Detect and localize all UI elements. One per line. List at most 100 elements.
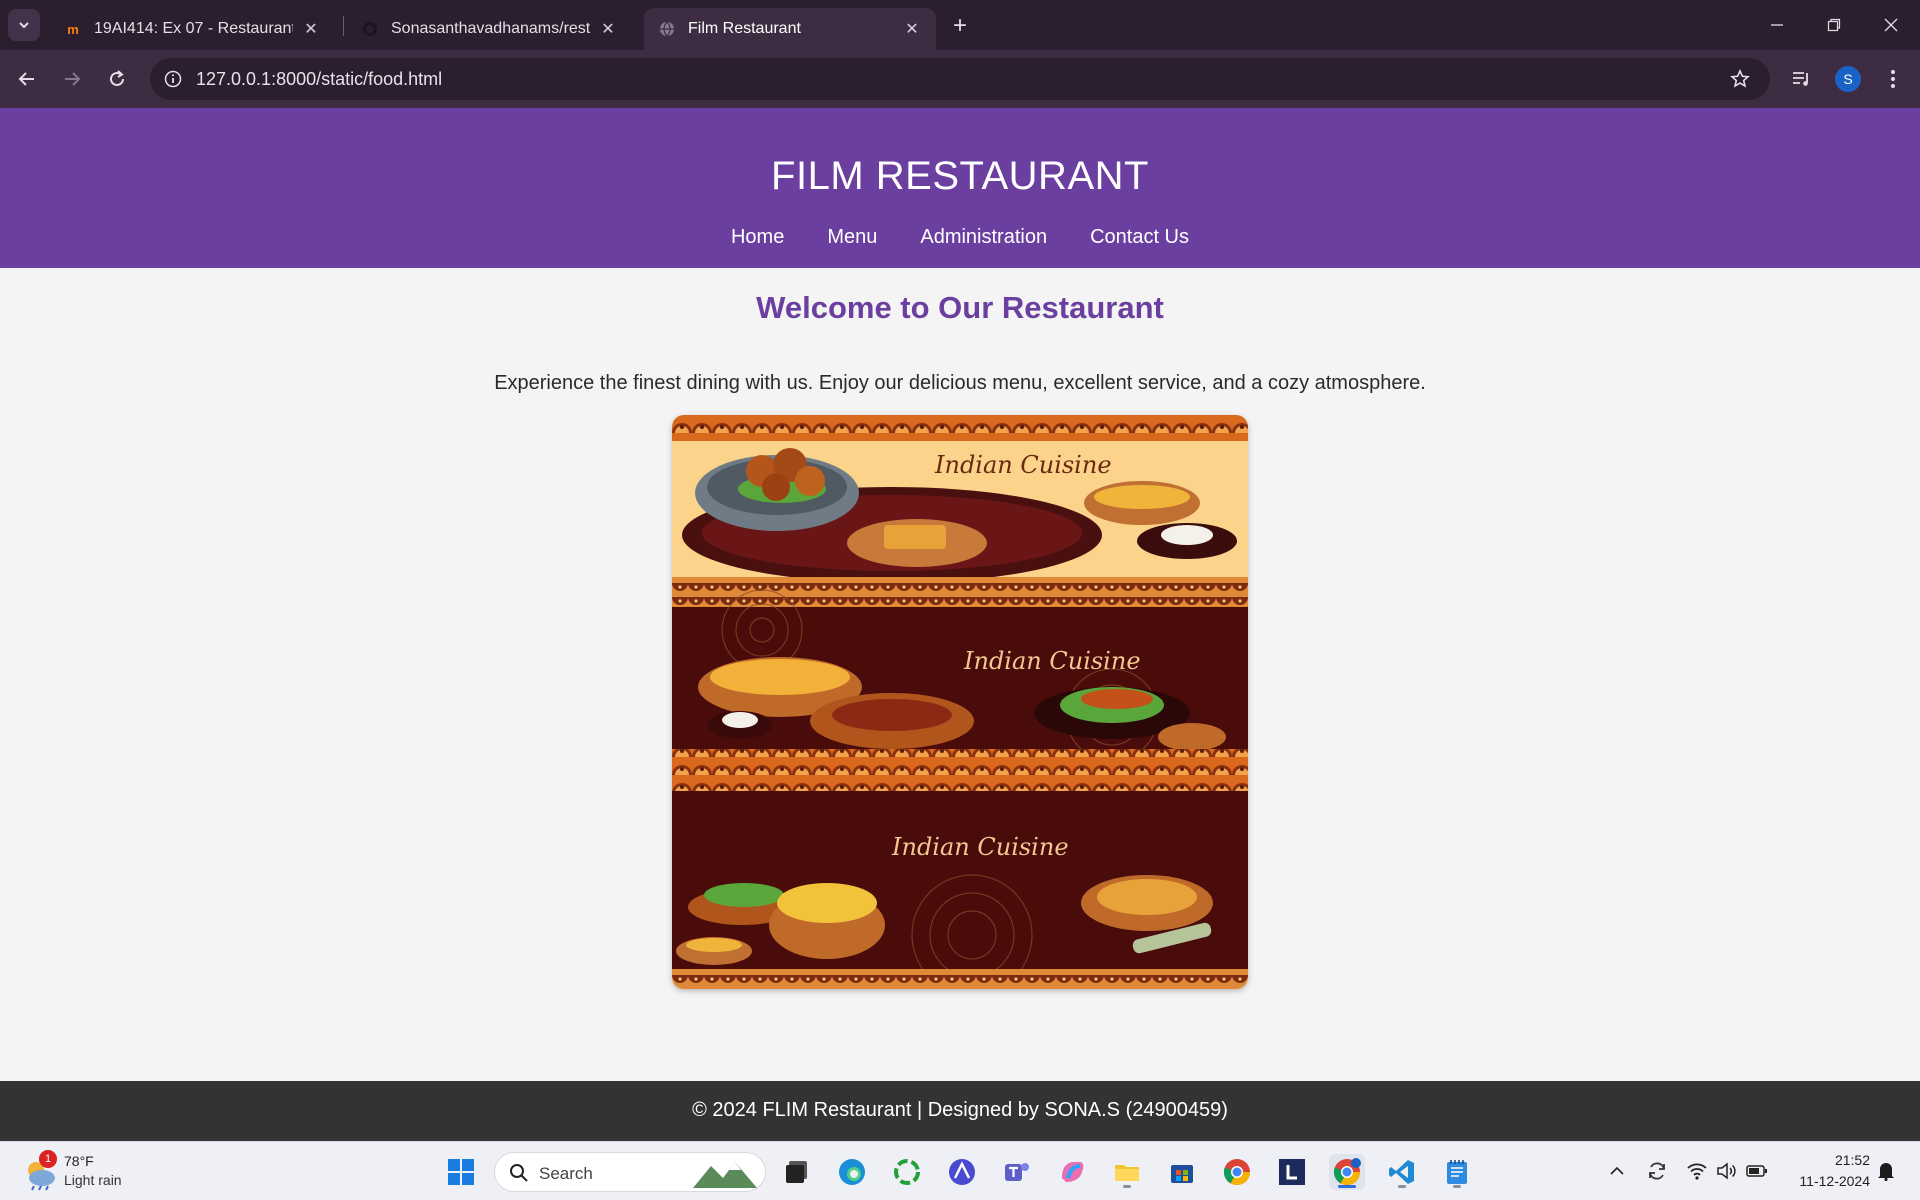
site-footer: © 2024 FLIM Restaurant | Designed by SON… <box>0 1081 1920 1141</box>
nav-menu[interactable]: Menu <box>827 226 877 249</box>
wifi-icon <box>1687 1163 1707 1180</box>
bookmark-star-icon[interactable] <box>1728 67 1752 91</box>
reload-button[interactable] <box>100 62 134 96</box>
address-bar[interactable]: 127.0.0.1:8000/static/food.html <box>150 58 1770 100</box>
welcome-heading: Welcome to Our Restaurant <box>756 290 1164 325</box>
search-label: Search <box>539 1164 593 1183</box>
close-window-button[interactable] <box>1862 0 1920 50</box>
task-view-button[interactable] <box>780 1154 816 1190</box>
site-header: FILM RESTAURANT Home Menu Administration… <box>0 108 1920 268</box>
media-control-button[interactable] <box>1785 62 1819 96</box>
indian-cuisine-banner-image: Indian Cuisine Indian Cuisine Indian Cui… <box>672 415 1248 989</box>
notepad-icon <box>1447 1160 1467 1184</box>
main-nav: Home Menu Administration Contact Us <box>0 226 1920 249</box>
wifi-tray-button[interactable] <box>1683 1156 1711 1186</box>
system-clock[interactable]: 21:52 11-12-2024 <box>1780 1150 1870 1192</box>
edge-taskbar-button[interactable] <box>834 1154 870 1190</box>
back-arrow-icon <box>18 72 34 86</box>
chevron-up-icon <box>1610 1166 1624 1175</box>
task-view-icon <box>786 1161 807 1183</box>
tab-moodle[interactable]: m 19AI414: Ex 07 - Restaurant We ✕ <box>50 8 335 50</box>
tab-title: 19AI414: Ex 07 - Restaurant We <box>94 20 293 37</box>
chrome-profile-icon <box>1333 1158 1361 1186</box>
plus-icon: + <box>952 12 967 39</box>
nav-home[interactable]: Home <box>731 226 784 249</box>
tab-film-restaurant[interactable]: Film Restaurant ✕ <box>644 8 936 50</box>
notifications-button[interactable] <box>1872 1156 1900 1186</box>
copilot-ring-icon <box>894 1159 920 1185</box>
github-icon <box>361 20 379 38</box>
close-icon <box>1884 18 1898 32</box>
vscode-icon <box>1389 1160 1414 1184</box>
site-title: FILM RESTAURANT <box>771 154 1149 198</box>
site-info-icon[interactable] <box>160 66 186 92</box>
l-app-taskbar-button[interactable] <box>1274 1154 1310 1190</box>
minimize-button[interactable] <box>1748 0 1806 50</box>
show-hidden-icons-button[interactable] <box>1603 1156 1631 1186</box>
restore-button[interactable] <box>1805 0 1863 50</box>
browser-tab-bar: m 19AI414: Ex 07 - Restaurant We ✕ Sonas… <box>0 0 1920 50</box>
running-indicator <box>1123 1185 1131 1188</box>
teams-icon <box>1005 1163 1029 1181</box>
edge-icon <box>839 1159 865 1185</box>
taskbar-search-box[interactable]: Search <box>494 1152 766 1192</box>
forward-button[interactable] <box>55 62 89 96</box>
forward-arrow-icon <box>65 72 81 86</box>
file-explorer-taskbar-button[interactable] <box>1109 1154 1145 1190</box>
sync-tray-button[interactable] <box>1643 1156 1671 1186</box>
banner-caption-3: Indian Cuisine <box>891 833 1069 861</box>
banner-caption-1: Indian Cuisine <box>934 451 1112 479</box>
weather-condition: Light rain <box>64 1172 122 1188</box>
store-icon <box>1171 1165 1193 1183</box>
mountain-highlight-icon <box>693 1162 757 1188</box>
battery-tray-button[interactable] <box>1743 1156 1771 1186</box>
intro-text: Experience the finest dining with us. En… <box>494 372 1426 394</box>
more-vertical-icon <box>1891 70 1895 88</box>
close-tab-icon[interactable]: ✕ <box>598 19 618 39</box>
start-button[interactable] <box>443 1154 479 1190</box>
store-taskbar-button[interactable] <box>1164 1154 1200 1190</box>
vscode-taskbar-button[interactable] <box>1384 1154 1420 1190</box>
active-running-indicator <box>1338 1185 1356 1188</box>
weather-temp: 78°F <box>64 1153 94 1169</box>
clock-time: 21:52 <box>1834 1152 1870 1168</box>
close-tab-icon[interactable]: ✕ <box>301 19 321 39</box>
tab-title: Film Restaurant <box>688 20 801 37</box>
profile-avatar[interactable]: S <box>1835 66 1861 92</box>
chevron-down-icon <box>19 22 29 29</box>
copilot-taskbar-button[interactable] <box>1054 1154 1090 1190</box>
chrome-profile-taskbar-button[interactable] <box>1329 1154 1365 1190</box>
weather-notification-badge: 1 <box>39 1150 57 1168</box>
reload-icon <box>110 70 124 86</box>
restore-icon <box>1827 18 1841 32</box>
windows-start-icon <box>448 1159 474 1185</box>
teams-taskbar-button[interactable] <box>999 1154 1035 1190</box>
search-icon <box>510 1164 528 1182</box>
running-indicator <box>1453 1185 1461 1188</box>
notepad-taskbar-button[interactable] <box>1439 1154 1475 1190</box>
app-icon <box>949 1159 975 1185</box>
url-text[interactable]: 127.0.0.1:8000/static/food.html <box>196 69 442 90</box>
app-taskbar-button[interactable] <box>944 1154 980 1190</box>
nav-administration[interactable]: Administration <box>920 226 1047 249</box>
back-button[interactable] <box>10 62 44 96</box>
volume-tray-button[interactable] <box>1713 1156 1741 1186</box>
copilot-ring-taskbar-button[interactable] <box>889 1154 925 1190</box>
weather-widget[interactable]: 1 78°F Light rain <box>22 1150 142 1194</box>
file-explorer-icon <box>1115 1165 1139 1181</box>
tab-search-button[interactable] <box>8 9 40 41</box>
copilot-icon <box>1062 1162 1084 1182</box>
nav-contact-us[interactable]: Contact Us <box>1090 226 1189 249</box>
browser-menu-button[interactable] <box>1876 62 1910 96</box>
tab-title: Sonasanthavadhanams/restweb <box>391 20 590 37</box>
globe-icon <box>658 20 676 38</box>
chrome-icon <box>1223 1159 1251 1186</box>
bell-icon <box>1878 1163 1894 1181</box>
playlist-icon <box>1793 72 1808 86</box>
tab-github[interactable]: Sonasanthavadhanams/restweb ✕ <box>347 8 632 50</box>
volume-icon <box>1717 1162 1736 1180</box>
chrome-taskbar-button[interactable] <box>1219 1154 1255 1190</box>
minimize-icon <box>1771 24 1783 26</box>
close-tab-icon[interactable]: ✕ <box>902 19 922 39</box>
new-tab-button[interactable]: + <box>946 12 974 40</box>
